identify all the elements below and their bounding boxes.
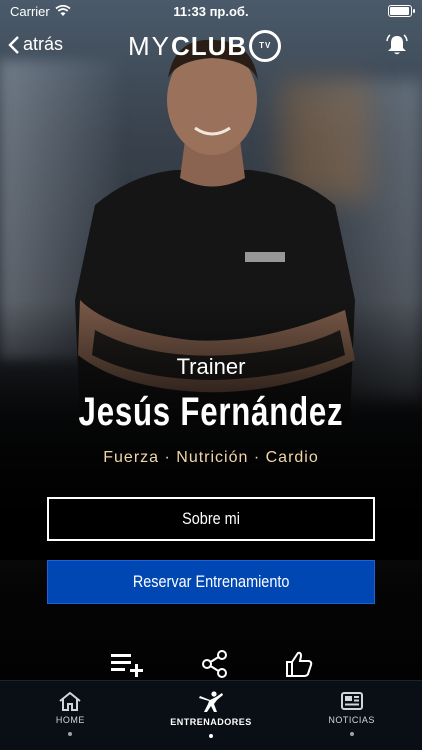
status-bar: Carrier 11:33 пр.об.	[0, 0, 422, 22]
tab-bar: HOME ENTRENADORES NOTICIAS	[0, 680, 422, 750]
bell-icon	[386, 34, 408, 55]
notifications-button[interactable]	[386, 34, 408, 61]
back-label: atrás	[23, 34, 64, 54]
logo-my: MY	[128, 30, 171, 61]
add-to-list-icon	[111, 654, 143, 677]
share-icon	[202, 650, 227, 678]
thumbs-up-icon	[286, 651, 313, 677]
book-training-label: Reservar Entrenamiento	[132, 572, 290, 591]
chevron-left-icon	[8, 35, 19, 54]
like-button[interactable]	[279, 648, 319, 680]
navigation-bar: atrás MY CLUB TV	[0, 26, 422, 70]
trainer-icon	[199, 691, 223, 712]
tab-home[interactable]: HOME	[0, 681, 141, 750]
share-button[interactable]	[195, 648, 235, 680]
tab-trainers-label: ENTRENADORES	[170, 717, 252, 727]
logo-club: CLUB	[171, 30, 248, 61]
news-icon	[340, 692, 363, 710]
logo-tv-icon: TV	[249, 30, 282, 62]
home-icon	[59, 691, 81, 711]
tab-home-label: HOME	[55, 715, 85, 725]
about-me-button[interactable]: Sobre mi	[47, 497, 375, 541]
app-logo: MY CLUB TV	[128, 30, 282, 62]
battery-icon	[388, 5, 415, 17]
trainer-role: Trainer	[176, 354, 246, 379]
tab-trainers[interactable]: ENTRENADORES	[141, 681, 282, 750]
status-time: 11:33 пр.об.	[173, 3, 249, 19]
trainer-specialties: Fuerza · Nutrición · Cardio	[103, 449, 319, 466]
book-training-button[interactable]: Reservar Entrenamiento	[47, 560, 375, 604]
tab-news-label: NOTICIAS	[328, 715, 375, 725]
tab-home-indicator	[68, 732, 73, 736]
action-row	[0, 648, 422, 680]
trainer-name: Jesús Fernández	[78, 390, 344, 434]
back-button[interactable]: atrás	[8, 34, 63, 55]
tab-news-indicator	[349, 732, 354, 736]
tab-news[interactable]: NOTICIAS	[281, 681, 422, 750]
tab-trainers-indicator	[209, 734, 213, 738]
about-me-label: Sobre mi	[182, 509, 240, 528]
add-to-list-button[interactable]	[107, 648, 147, 680]
